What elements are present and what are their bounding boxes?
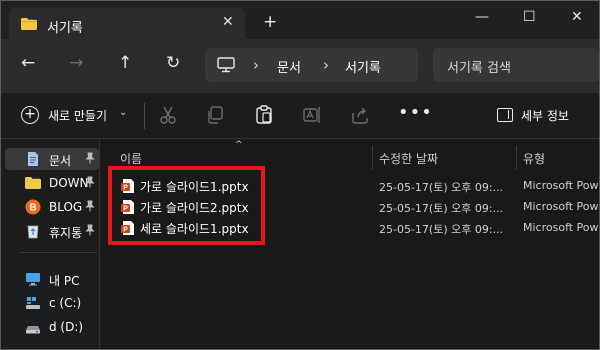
copy-icon[interactable]	[205, 105, 225, 125]
windows-drive-icon	[26, 297, 40, 309]
navigation-bar: ← → ↑ ↻ › 문서 › 서기록 서기록 검색	[1, 39, 599, 93]
toolbar-divider	[144, 103, 145, 129]
search-placeholder: 서기록 검색	[447, 61, 511, 76]
tab-close-icon[interactable]: ✕	[222, 14, 234, 30]
file-modified: 25-05-17(토) 오후 09:...	[379, 181, 504, 194]
sidebar-item-label: 내 PC	[49, 274, 80, 288]
breadcrumb-separator-icon: ›	[253, 56, 259, 74]
pin-icon	[85, 200, 95, 215]
file-modified: 25-05-17(토) 오후 09:...	[379, 223, 504, 236]
pc-icon	[26, 273, 40, 286]
column-divider[interactable]	[372, 146, 373, 170]
sidebar-item-downloads[interactable]: DOWN	[5, 172, 99, 194]
maximize-button[interactable]: ☐	[523, 9, 536, 25]
file-type: Microsoft Powe	[523, 221, 599, 234]
sort-ascending-icon: ^	[235, 140, 243, 150]
column-header-modified[interactable]: 수정한 날짜	[379, 150, 438, 167]
column-header-type[interactable]: 유형	[523, 150, 545, 167]
sidebar-item-this-pc[interactable]: 내 PC	[5, 268, 99, 290]
sidebar-item-label: DOWN	[49, 176, 89, 190]
new-tab-button[interactable]: +	[263, 12, 277, 32]
pin-icon	[85, 224, 95, 239]
sidebar-item-recycle-bin[interactable]: 휴지통	[5, 220, 99, 242]
up-button[interactable]: ↑	[118, 53, 132, 73]
details-label: 세부 정보	[521, 109, 569, 123]
file-type: Microsoft Powe	[523, 179, 599, 192]
blog-icon: B	[25, 199, 41, 215]
chevron-down-icon: ⌄	[119, 107, 128, 118]
paste-icon[interactable]	[254, 105, 274, 125]
sidebar-item-drive-c[interactable]: c (C:)	[5, 292, 99, 314]
pin-icon	[85, 176, 95, 191]
tab-seogirok[interactable]: 서기록 ✕	[9, 8, 245, 40]
sidebar-item-label: BLOG	[49, 200, 83, 214]
close-button[interactable]: ✕	[571, 9, 583, 25]
recycle-bin-icon	[27, 225, 39, 239]
sidebar-item-blog[interactable]: B BLOG	[5, 196, 99, 218]
new-button-label: 새로 만들기	[48, 109, 108, 123]
monitor-icon	[217, 57, 235, 73]
sidebar-item-label: d (D:)	[49, 320, 84, 334]
sidebar-item-label: 문서	[49, 154, 72, 168]
svg-text:B: B	[29, 203, 36, 214]
breadcrumb-documents[interactable]: 문서	[277, 57, 301, 76]
pin-icon	[85, 152, 95, 167]
document-icon	[28, 152, 38, 166]
folder-icon	[21, 18, 37, 30]
share-icon[interactable]	[350, 105, 370, 125]
rename-icon[interactable]	[302, 105, 322, 125]
back-button[interactable]: ←	[21, 53, 35, 73]
command-bar: + 새로 만들기 ⌄ ••• 세부 정보	[1, 93, 599, 139]
file-type: Microsoft Powe	[523, 200, 599, 213]
breadcrumb-seogirok[interactable]: 서기록	[345, 57, 381, 76]
navigation-pane: 문서 DOWN B BLOG 휴지통 내 PC c (C:) d (D:)	[1, 140, 100, 349]
cut-icon[interactable]	[158, 105, 178, 125]
file-modified: 25-05-17(토) 오후 09:...	[379, 202, 504, 215]
sidebar-item-documents[interactable]: 문서	[5, 148, 99, 170]
details-pane-icon	[497, 108, 513, 122]
drive-icon	[26, 326, 40, 334]
refresh-button[interactable]: ↻	[166, 53, 180, 73]
breadcrumb-separator-icon: ›	[323, 56, 329, 74]
column-divider[interactable]	[516, 146, 517, 170]
folder-icon	[25, 177, 41, 189]
minimize-button[interactable]: —	[475, 9, 489, 25]
address-bar[interactable]: › 문서 › 서기록	[205, 48, 418, 82]
highlight-box	[108, 166, 265, 245]
more-options-icon[interactable]: •••	[398, 102, 433, 123]
plus-circle-icon: +	[21, 106, 39, 124]
column-header-name[interactable]: 이름	[120, 150, 142, 167]
title-bar: 서기록 ✕ + — ☐ ✕	[1, 1, 599, 40]
search-box[interactable]: 서기록 검색	[433, 48, 599, 82]
forward-button[interactable]: →	[69, 53, 83, 73]
sidebar-item-drive-d[interactable]: d (D:)	[5, 316, 99, 338]
sidebar-item-label: 휴지통	[49, 226, 83, 240]
sidebar-divider	[19, 252, 97, 253]
sidebar-item-label: c (C:)	[49, 296, 82, 310]
tab-title: 서기록	[47, 21, 83, 36]
